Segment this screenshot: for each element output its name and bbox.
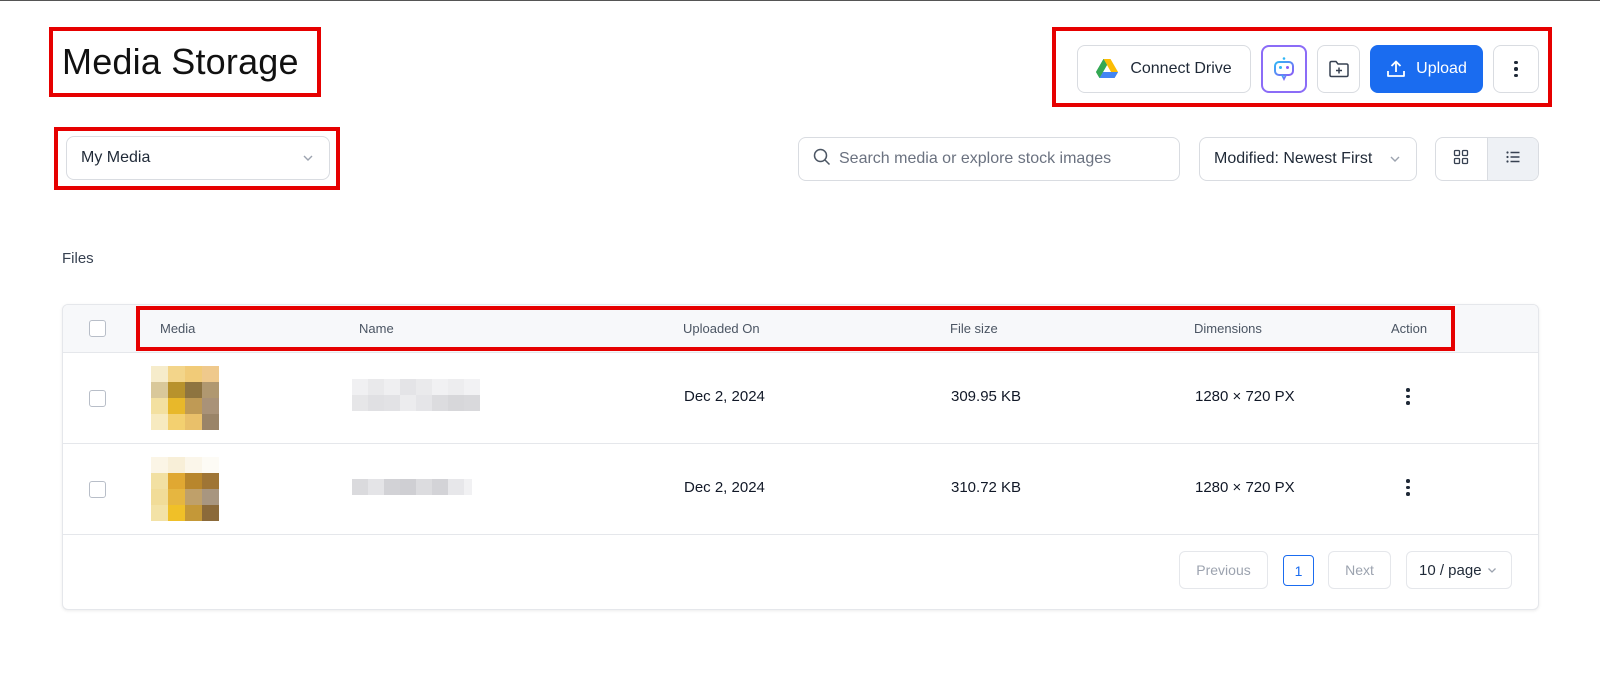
page-size-value: 10 / page: [1419, 561, 1482, 579]
column-header-dimensions: Dimensions: [1194, 321, 1262, 336]
more-vertical-icon: [1510, 60, 1522, 78]
list-view-button[interactable]: [1486, 138, 1538, 180]
dimensions-cell: 1280 × 720 PX: [1195, 479, 1295, 496]
robot-icon: [1271, 57, 1297, 81]
view-toggle: [1435, 137, 1539, 181]
previous-page-button[interactable]: Previous: [1179, 551, 1268, 589]
chevron-down-icon: [1486, 564, 1498, 576]
row-checkbox[interactable]: [89, 481, 106, 498]
file-name-redacted: [352, 479, 472, 495]
sort-select[interactable]: Modified: Newest First: [1199, 137, 1417, 181]
more-options-button[interactable]: [1493, 45, 1539, 93]
file-size-cell: 310.72 KB: [951, 479, 1022, 496]
column-header-name: Name: [359, 321, 394, 336]
folder-plus-icon: [1328, 59, 1350, 79]
top-divider: [0, 0, 1600, 1]
upload-icon: [1386, 59, 1406, 79]
files-table: Media Name Uploaded On File size Dimensi…: [62, 304, 1539, 610]
search-icon: [813, 148, 831, 171]
new-folder-button[interactable]: [1317, 45, 1360, 93]
upload-button[interactable]: Upload: [1370, 45, 1483, 93]
connect-drive-label: Connect Drive: [1130, 60, 1232, 77]
page-title: Media Storage: [62, 41, 299, 82]
search-box[interactable]: [798, 137, 1180, 181]
search-input[interactable]: [839, 150, 1159, 168]
column-header-file-size: File size: [950, 321, 998, 336]
column-header-uploaded-on: Uploaded On: [683, 321, 760, 336]
row-actions-icon[interactable]: [1402, 479, 1414, 496]
uploaded-on-cell: Dec 2, 2024: [684, 479, 765, 496]
dimensions-cell: 1280 × 720 PX: [1195, 388, 1295, 405]
row-actions-icon[interactable]: [1402, 388, 1414, 405]
ai-assistant-button[interactable]: [1261, 45, 1307, 93]
table-header: Media Name Uploaded On File size Dimensi…: [63, 305, 1538, 353]
upload-label: Upload: [1416, 60, 1467, 77]
grid-icon: [1453, 149, 1469, 170]
select-all-checkbox[interactable]: [89, 320, 106, 337]
table-row[interactable]: Dec 2, 2024 309.95 KB 1280 × 720 PX: [63, 353, 1538, 444]
uploaded-on-cell: Dec 2, 2024: [684, 388, 765, 405]
page-number-button[interactable]: 1: [1283, 555, 1314, 586]
files-section-label: Files: [62, 250, 94, 267]
file-name-redacted: [352, 379, 480, 395]
list-icon: [1505, 149, 1521, 170]
grid-view-button[interactable]: [1436, 138, 1487, 180]
library-select-value: My Media: [81, 149, 151, 166]
file-name-redacted-line2: [352, 395, 480, 411]
library-select[interactable]: My Media: [66, 136, 330, 180]
connect-drive-button[interactable]: Connect Drive: [1077, 45, 1251, 93]
google-drive-icon: [1096, 59, 1119, 79]
table-row[interactable]: Dec 2, 2024 310.72 KB 1280 × 720 PX: [63, 444, 1538, 535]
chevron-down-icon: [301, 151, 315, 165]
column-header-media: Media: [160, 321, 196, 336]
media-thumbnail[interactable]: [151, 366, 219, 430]
page-size-select[interactable]: 10 / page: [1406, 551, 1512, 589]
sort-select-value: Modified: Newest First: [1214, 150, 1373, 167]
media-thumbnail[interactable]: [151, 457, 219, 521]
next-page-button[interactable]: Next: [1328, 551, 1391, 589]
chevron-down-icon: [1388, 152, 1402, 166]
column-header-action: Action: [1391, 321, 1428, 336]
row-checkbox[interactable]: [89, 390, 106, 407]
file-size-cell: 309.95 KB: [951, 388, 1022, 405]
